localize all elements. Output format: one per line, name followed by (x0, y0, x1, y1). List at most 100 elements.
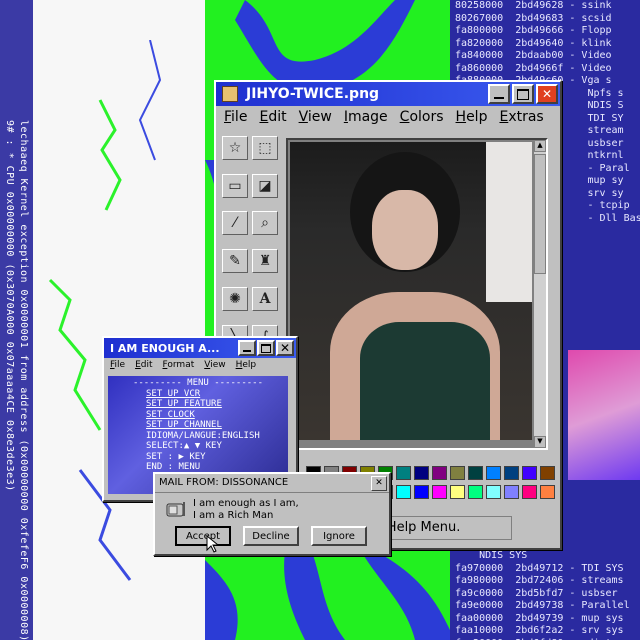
maximize-button[interactable] (512, 84, 534, 104)
mail-message-line-1: I am enough as I am, (193, 498, 299, 509)
enough-maximize-button[interactable] (257, 340, 275, 356)
menu-item-file[interactable]: File (224, 109, 247, 125)
log-line: fa860000 2bd4966f - Video (455, 62, 612, 74)
menu-item-image[interactable]: Image (344, 109, 388, 125)
close-button[interactable]: ✕ (536, 84, 558, 104)
menu-item-colors[interactable]: Colors (400, 109, 444, 125)
vcr-menu-list: SET UP VCR SET UP FEATURE SET CLOCK SET UP … (112, 389, 284, 473)
text-tool[interactable]: A (252, 286, 278, 311)
rect-select-tool[interactable]: ⬚ (252, 136, 278, 160)
color-swatch[interactable] (396, 466, 411, 480)
minimize-button[interactable] (488, 84, 510, 104)
log-line: 80267000 2bd49683 - scsid (455, 12, 612, 24)
magnifier-tool[interactable]: ⌕ (252, 211, 278, 236)
color-swatch[interactable] (432, 485, 447, 499)
minimize-icon (243, 350, 251, 352)
color-swatch[interactable] (468, 485, 483, 499)
fill-tool[interactable]: ◪ (252, 173, 278, 198)
maximize-icon (261, 343, 271, 353)
color-swatch[interactable] (504, 466, 519, 480)
paint-title-bar: JIHYO-TWICE.png ✕ (216, 82, 560, 106)
log-line: fa9e0000 2bd49738 - Parallel (455, 600, 630, 611)
mail-close-button[interactable]: ✕ (371, 476, 387, 491)
enough-menu-bar: File Edit Format View Help (104, 358, 296, 372)
vcr-menu-item: SELECT:▲ ▼ KEY (146, 441, 222, 451)
mail-message: I am enough as I am, I am a Rich Man (193, 498, 299, 522)
close-icon: ✕ (279, 341, 291, 355)
mail-title-bar: MAIL FROM: DISSONANCE ✕ (155, 474, 389, 493)
enough-menu-item-format[interactable]: Format (163, 360, 195, 370)
mail-dialog-title: MAIL FROM: DISSONANCE (159, 477, 289, 488)
vcr-menu-header: --------- MENU --------- (132, 378, 264, 388)
close-icon: ✕ (541, 87, 553, 101)
picker-icon: ⁄ (233, 215, 237, 232)
mailbox-icon (165, 498, 187, 520)
color-swatch[interactable] (486, 485, 501, 499)
color-swatch[interactable] (432, 466, 447, 480)
menu-item-view[interactable]: View (299, 109, 332, 125)
color-swatch[interactable] (450, 466, 465, 480)
wall-shape (486, 142, 532, 302)
enough-menu-item-help[interactable]: Help (236, 360, 257, 370)
enough-menu-item-file[interactable]: File (110, 360, 125, 370)
pencil-tool[interactable]: ✎ (222, 249, 248, 274)
rect-select-icon: ⬚ (258, 140, 272, 156)
accept-button[interactable]: Accept (175, 526, 231, 546)
log-line: faa00000 2bd49739 - mup sys (455, 612, 624, 624)
enough-menu-item-edit[interactable]: Edit (135, 360, 152, 370)
color-swatch[interactable] (522, 485, 537, 499)
top-garment-shape (360, 322, 490, 440)
ignore-button[interactable]: Ignore (311, 526, 367, 546)
log-line: fa970000 2bd49712 - TDI SYS (455, 562, 624, 574)
magnifier-icon: ⌕ (261, 215, 269, 232)
color-swatch[interactable] (396, 485, 411, 499)
scroll-up-arrow-icon[interactable]: ▲ (534, 140, 546, 152)
color-swatch[interactable] (540, 466, 555, 480)
vcr-menu-item: SET : ▶ KEY (146, 451, 206, 462)
color-swatch[interactable] (450, 485, 465, 499)
paint-window-title: JIHYO-TWICE.png (246, 86, 380, 102)
star-select-icon: ☆ (228, 140, 242, 156)
color-swatch[interactable] (540, 485, 555, 499)
color-swatch[interactable] (414, 466, 429, 480)
menu-item-extras[interactable]: Extras (499, 109, 543, 125)
scroll-down-arrow-icon[interactable]: ▼ (534, 436, 546, 448)
log-line: NDIS SYS (455, 550, 528, 561)
log-line: 80258000 2bd49628 - ssink (455, 0, 612, 11)
log-line: fa840000 2bdaab00 - Video (455, 50, 612, 61)
log-line: fa800000 2bd49666 - Flopp (455, 25, 612, 36)
minimize-icon (494, 97, 504, 99)
vcr-menu-item: END : MENU (146, 462, 201, 472)
vertical-error-text-1: 9# : * CPU 0x00000000 (0x3070A000 0x07aa… (4, 120, 15, 492)
star-select-tool[interactable]: ☆ (222, 136, 248, 160)
photo-image (290, 142, 532, 440)
menu-item-edit[interactable]: Edit (259, 109, 286, 125)
enough-minimize-button[interactable] (238, 340, 256, 356)
scroll-thumb[interactable] (534, 154, 546, 274)
vcr-menu-item: SET UP VCR (146, 388, 201, 399)
log-line: fa980000 2bd72406 - streams (455, 575, 624, 586)
mail-dialog: MAIL FROM: DISSONANCE ✕ I am enough as I… (153, 472, 391, 556)
color-swatch[interactable] (486, 466, 501, 480)
airbrush-tool[interactable]: ✺ (222, 286, 248, 311)
brush-tool[interactable]: ♜ (252, 249, 278, 274)
mouse-cursor-icon (206, 534, 219, 553)
color-swatch[interactable] (522, 466, 537, 480)
menu-item-help[interactable]: Help (456, 109, 488, 125)
mail-message-line-2: I am a Rich Man (193, 510, 274, 521)
vertical-scrollbar[interactable]: ▲ ▼ (534, 140, 546, 448)
eraser-tool[interactable]: ▭ (222, 173, 248, 198)
vcr-menu-item: IDIOMA/LANGUE:ENGLISH (146, 430, 260, 441)
paint-canvas[interactable]: ▲ ▼ (286, 138, 548, 450)
color-swatch[interactable] (414, 485, 429, 499)
vcr-menu-item: SET UP FEATURE (146, 399, 222, 409)
picker-tool[interactable]: ⁄ (222, 211, 248, 236)
color-swatch[interactable] (468, 466, 483, 480)
color-swatch[interactable] (504, 485, 519, 499)
maximize-icon (517, 88, 529, 100)
log-line: faa10000 2bd6f2a2 - srv sys (455, 625, 624, 636)
enough-close-button[interactable]: ✕ (276, 340, 294, 356)
decline-button[interactable]: Decline (243, 526, 299, 546)
enough-menu-item-view[interactable]: View (204, 360, 225, 370)
text-icon: A (259, 290, 271, 307)
